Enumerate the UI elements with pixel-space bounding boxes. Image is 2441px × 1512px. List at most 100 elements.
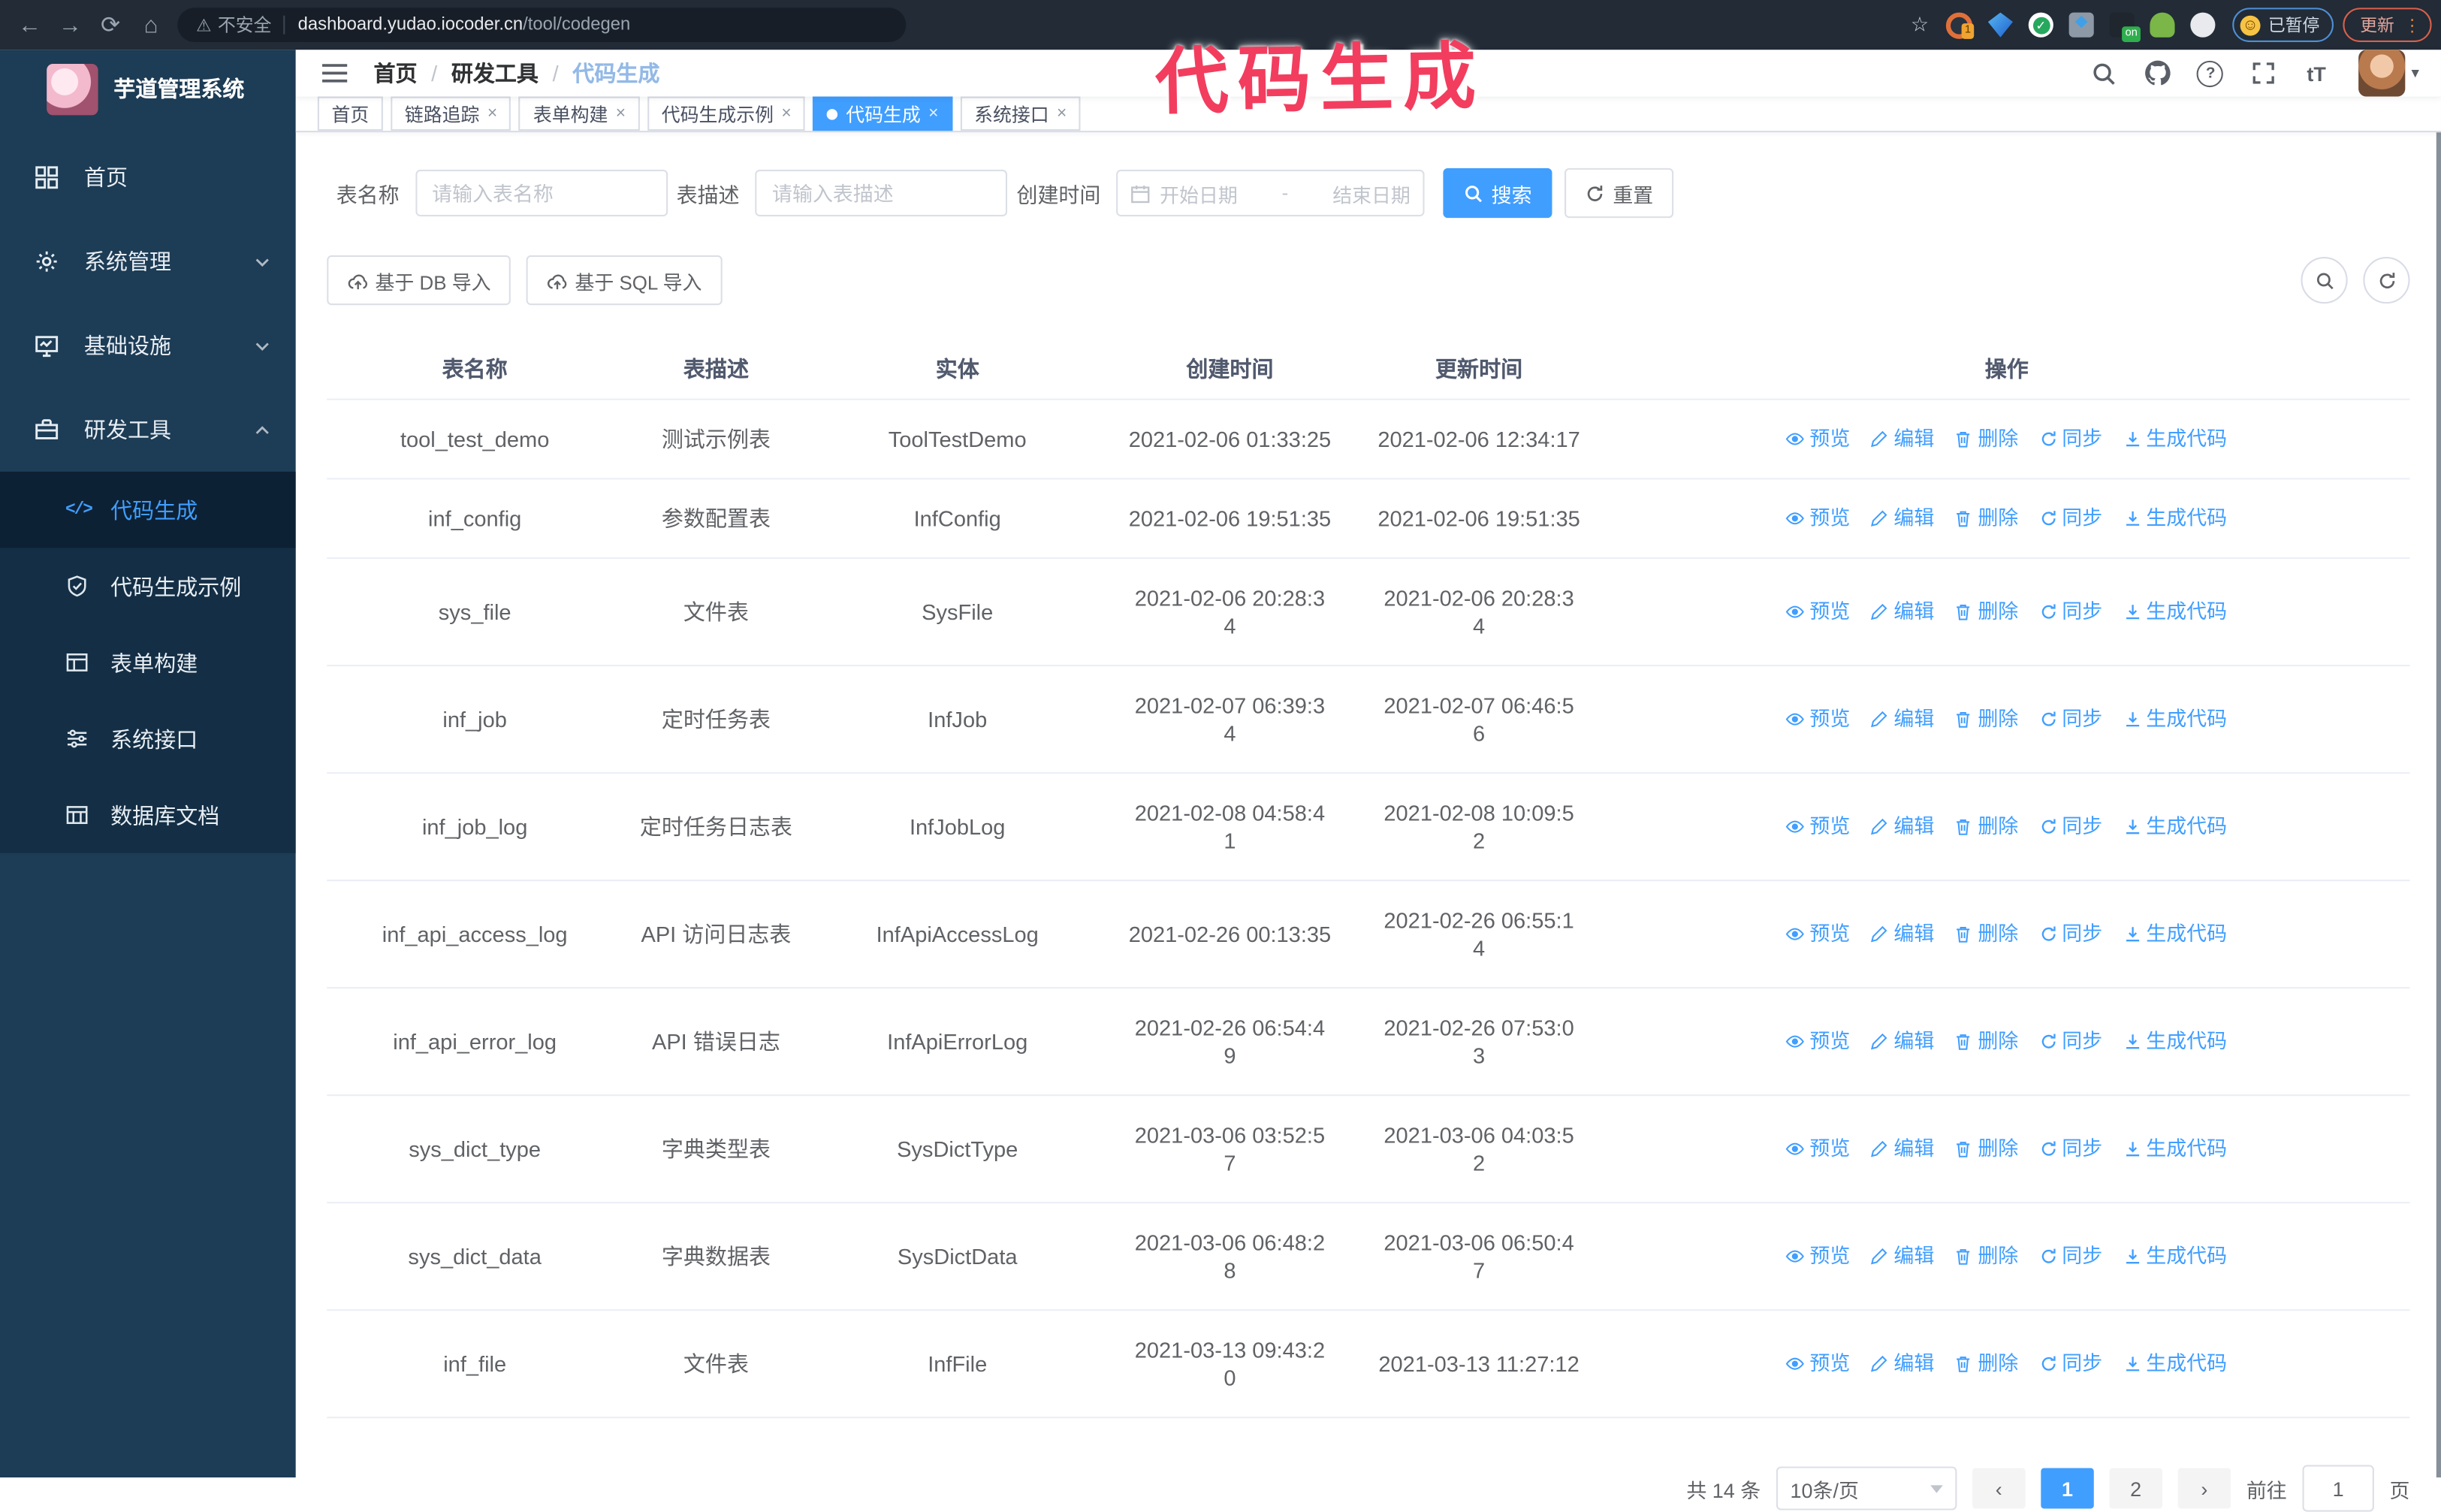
preview-action[interactable]: 预览 <box>1786 505 1850 533</box>
delete-action[interactable]: 删除 <box>1954 920 2018 948</box>
sync-action[interactable]: 同步 <box>2038 505 2102 533</box>
sidebar-item-db-doc[interactable]: 数据库文档 <box>0 777 296 853</box>
breadcrumb-devtools[interactable]: 研发工具 <box>451 58 539 89</box>
preview-action[interactable]: 预览 <box>1786 813 1850 841</box>
edit-action[interactable]: 编辑 <box>1870 1028 1934 1055</box>
tab-system-api[interactable]: 系统接口 × <box>960 96 1082 131</box>
tab-home[interactable]: 首页 <box>317 96 383 131</box>
delete-action[interactable]: 删除 <box>1954 1350 2018 1378</box>
edit-action[interactable]: 编辑 <box>1870 1350 1934 1378</box>
preview-action[interactable]: 预览 <box>1786 920 1850 948</box>
sync-action[interactable]: 同步 <box>2038 705 2102 733</box>
generate-code-action[interactable]: 生成代码 <box>2123 598 2227 626</box>
search-button[interactable]: 搜索 <box>1443 167 1552 219</box>
edit-action[interactable]: 编辑 <box>1870 1242 1934 1270</box>
import-db-button[interactable]: 基于 DB 导入 <box>327 255 511 306</box>
tab-trace[interactable]: 链路追踪 × <box>391 96 511 131</box>
close-icon[interactable]: × <box>616 104 626 123</box>
avatar-caret-icon[interactable]: ▾ <box>2412 65 2419 82</box>
goto-page-input[interactable] <box>2302 1465 2374 1512</box>
delete-action[interactable]: 删除 <box>1954 705 2018 733</box>
date-range-picker[interactable]: 开始日期 - 结束日期 <box>1116 169 1425 217</box>
next-page-button[interactable]: › <box>2177 1468 2231 1509</box>
generate-code-action[interactable]: 生成代码 <box>2123 1135 2227 1163</box>
sidebar-item-home[interactable]: 首页 <box>0 135 296 219</box>
prev-page-button[interactable]: ‹ <box>1972 1468 2026 1509</box>
table-desc-input[interactable] <box>755 169 1008 217</box>
help-icon[interactable]: ? <box>2197 59 2225 87</box>
sync-action[interactable]: 同步 <box>2038 1135 2102 1163</box>
font-size-icon[interactable]: tT <box>2302 59 2330 87</box>
edit-action[interactable]: 编辑 <box>1870 505 1934 533</box>
sync-action[interactable]: 同步 <box>2038 920 2102 948</box>
close-icon[interactable]: × <box>781 104 791 123</box>
preview-action[interactable]: 预览 <box>1786 1135 1850 1163</box>
edit-action[interactable]: 编辑 <box>1870 1135 1934 1163</box>
sync-action[interactable]: 同步 <box>2038 1350 2102 1378</box>
delete-action[interactable]: 删除 <box>1954 425 2018 453</box>
browser-menu-icon[interactable]: ⋮ <box>2403 15 2421 35</box>
edit-action[interactable]: 编辑 <box>1870 425 1934 453</box>
sync-action[interactable]: 同步 <box>2038 598 2102 626</box>
generate-code-action[interactable]: 生成代码 <box>2123 813 2227 841</box>
generate-code-action[interactable]: 生成代码 <box>2123 1350 2227 1378</box>
tab-codegen-example[interactable]: 代码生成示例 × <box>647 96 806 131</box>
extension-icon-5[interactable]: on <box>2109 12 2141 42</box>
preview-action[interactable]: 预览 <box>1786 1350 1850 1378</box>
home-icon[interactable]: ⌂ <box>131 12 171 38</box>
preview-action[interactable]: 预览 <box>1786 705 1850 733</box>
extension-icon-4[interactable] <box>2068 12 2094 38</box>
sidebar-item-infrastructure[interactable]: 基础设施 <box>0 303 296 388</box>
delete-action[interactable]: 删除 <box>1954 505 2018 533</box>
address-bar[interactable]: ⚠ 不安全 dashboard.yudao.iocoder.cn/tool/co… <box>177 8 907 42</box>
github-icon[interactable] <box>2144 59 2171 87</box>
page-button-2[interactable]: 2 <box>2109 1468 2162 1509</box>
toggle-search-button[interactable] <box>2301 256 2348 304</box>
delete-action[interactable]: 删除 <box>1954 1242 2018 1270</box>
back-icon[interactable]: ← <box>9 12 50 38</box>
update-button[interactable]: 更新 ⋮ <box>2343 8 2432 42</box>
edit-action[interactable]: 编辑 <box>1870 598 1934 626</box>
generate-code-action[interactable]: 生成代码 <box>2123 1028 2227 1055</box>
close-icon[interactable]: × <box>487 104 497 123</box>
page-button-1[interactable]: 1 <box>2041 1468 2094 1509</box>
delete-action[interactable]: 删除 <box>1954 1135 2018 1163</box>
tab-form-builder[interactable]: 表单构建 × <box>519 96 640 131</box>
extension-icon-6[interactable] <box>2150 12 2175 38</box>
forward-icon[interactable]: → <box>50 12 90 38</box>
extension-icon-3[interactable]: ✓ <box>2028 12 2053 38</box>
sidebar-item-form-builder[interactable]: 表单构建 <box>0 624 296 701</box>
preview-action[interactable]: 预览 <box>1786 598 1850 626</box>
sidebar-item-system[interactable]: 系统管理 <box>0 219 296 303</box>
generate-code-action[interactable]: 生成代码 <box>2123 1242 2227 1270</box>
sync-action[interactable]: 同步 <box>2038 1028 2102 1055</box>
delete-action[interactable]: 删除 <box>1954 598 2018 626</box>
reload-icon[interactable]: ⟳ <box>90 11 131 39</box>
window-scrollbar[interactable] <box>2436 50 2441 1477</box>
sidebar-item-system-api[interactable]: 系统接口 <box>0 701 296 777</box>
preview-action[interactable]: 预览 <box>1786 1242 1850 1270</box>
generate-code-action[interactable]: 生成代码 <box>2123 920 2227 948</box>
table-name-input[interactable] <box>415 169 668 217</box>
extension-icon-2[interactable] <box>1987 12 2014 38</box>
sidebar-item-codegen[interactable]: </> 代码生成 <box>0 472 296 548</box>
user-avatar[interactable] <box>2358 50 2406 97</box>
edit-action[interactable]: 编辑 <box>1870 920 1934 948</box>
sync-action[interactable]: 同步 <box>2038 1242 2102 1270</box>
hamburger-icon[interactable] <box>321 61 348 86</box>
edit-action[interactable]: 编辑 <box>1870 705 1934 733</box>
import-sql-button[interactable]: 基于 SQL 导入 <box>527 255 723 306</box>
page-size-select[interactable]: 10条/页 <box>1776 1466 1957 1510</box>
breadcrumb-home[interactable]: 首页 <box>373 58 417 89</box>
generate-code-action[interactable]: 生成代码 <box>2123 705 2227 733</box>
close-icon[interactable]: × <box>1057 104 1067 123</box>
sync-action[interactable]: 同步 <box>2038 425 2102 453</box>
paused-badge[interactable]: ☺ 已暂停 <box>2232 8 2334 42</box>
fullscreen-icon[interactable] <box>2249 59 2277 87</box>
reset-button[interactable]: 重置 <box>1564 167 1674 219</box>
delete-action[interactable]: 删除 <box>1954 1028 2018 1055</box>
close-icon[interactable]: × <box>928 104 938 123</box>
search-icon[interactable] <box>2091 59 2119 87</box>
tab-codegen[interactable]: 代码生成 × <box>813 96 953 131</box>
bookmark-star-icon[interactable]: ☆ <box>1911 13 1929 38</box>
